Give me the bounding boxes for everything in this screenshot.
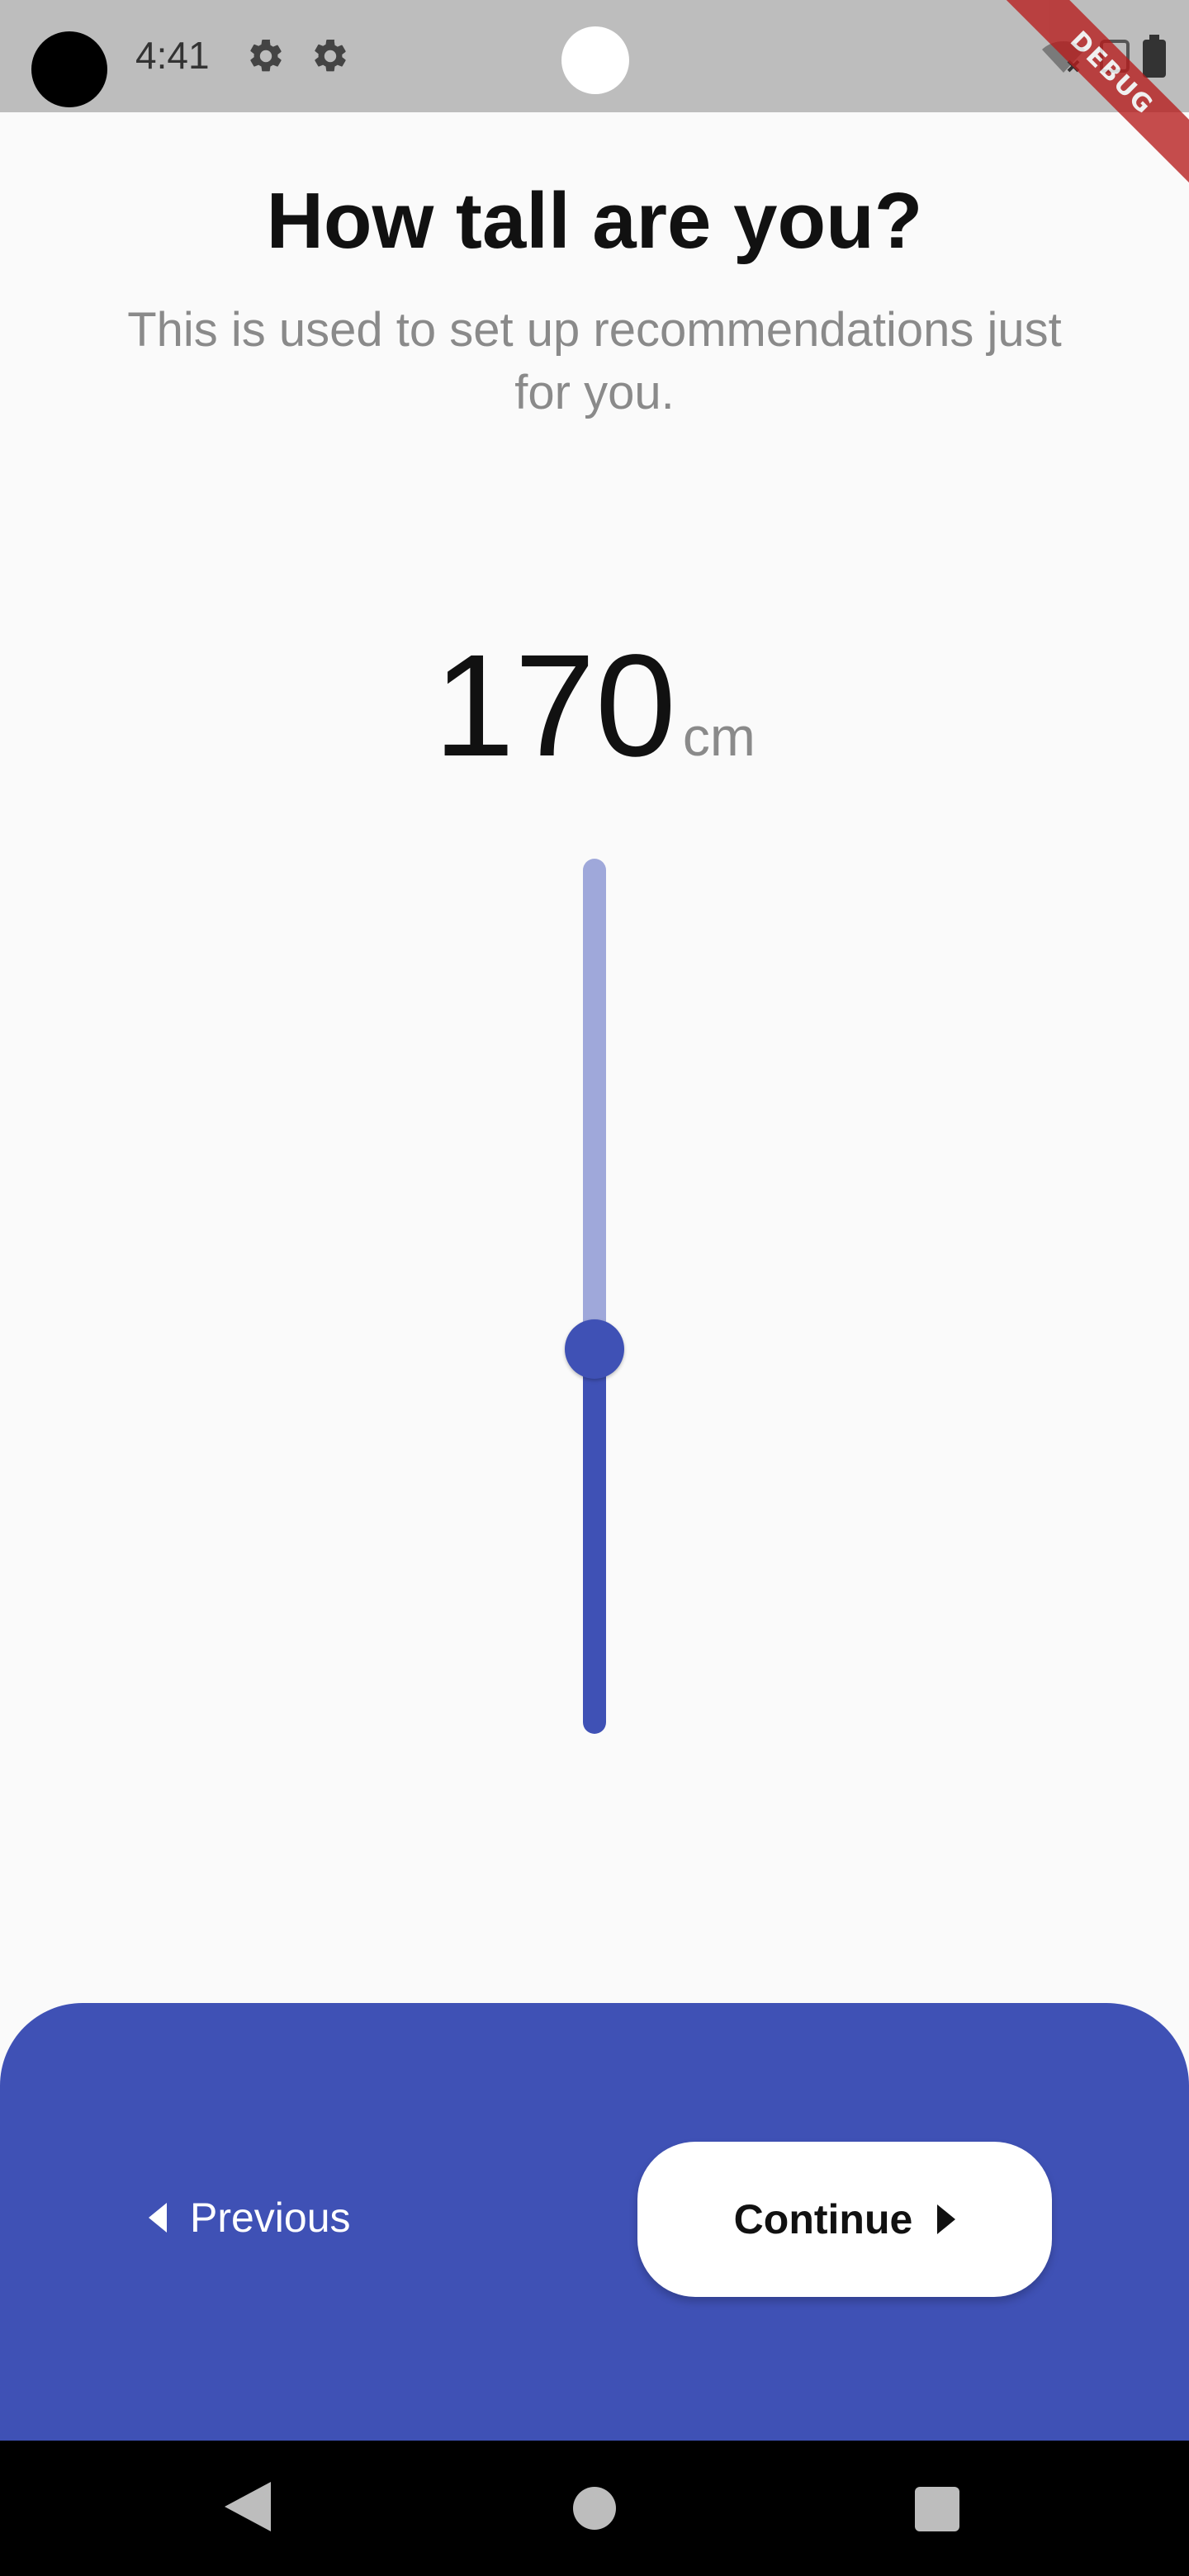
status-dot: [561, 26, 629, 94]
screen: 4:41 DEBUG How tall are you? This is use…: [0, 0, 1189, 2576]
previous-button[interactable]: Previous: [149, 2176, 351, 2259]
height-readout: 170 cm: [0, 627, 1189, 784]
slider-track-inactive[interactable]: [583, 859, 606, 1349]
height-value: 170: [433, 625, 676, 787]
system-nav-bar: [0, 2441, 1189, 2576]
gear-icon: [246, 36, 286, 76]
page-title: How tall are you?: [266, 177, 923, 265]
page-subtitle: This is used to set up recommendations j…: [127, 303, 1062, 419]
slider-track-active[interactable]: [583, 1348, 606, 1734]
status-bar: 4:41: [0, 0, 1189, 112]
continue-button[interactable]: Continue: [637, 2142, 1052, 2297]
wifi-off-icon: [1040, 36, 1087, 76]
camera-cutout: [31, 31, 107, 107]
status-time: 4:41: [135, 34, 210, 77]
battery-icon: [1143, 35, 1166, 78]
slider-thumb[interactable]: [565, 1319, 624, 1379]
height-slider[interactable]: [565, 859, 624, 1734]
continue-label: Continue: [733, 2196, 913, 2242]
bottom-panel: Previous Continue: [0, 2003, 1189, 2441]
chevron-left-icon: [149, 2203, 167, 2233]
status-icons: [1040, 31, 1166, 81]
gear-icon: [310, 36, 350, 76]
chevron-right-icon: [937, 2204, 956, 2234]
previous-label: Previous: [190, 2195, 351, 2241]
recents-icon[interactable]: [915, 2487, 959, 2531]
home-icon[interactable]: [573, 2487, 616, 2530]
height-unit: cm: [682, 706, 756, 767]
back-icon[interactable]: [225, 2482, 271, 2536]
screenshot-icon: [1098, 36, 1131, 76]
